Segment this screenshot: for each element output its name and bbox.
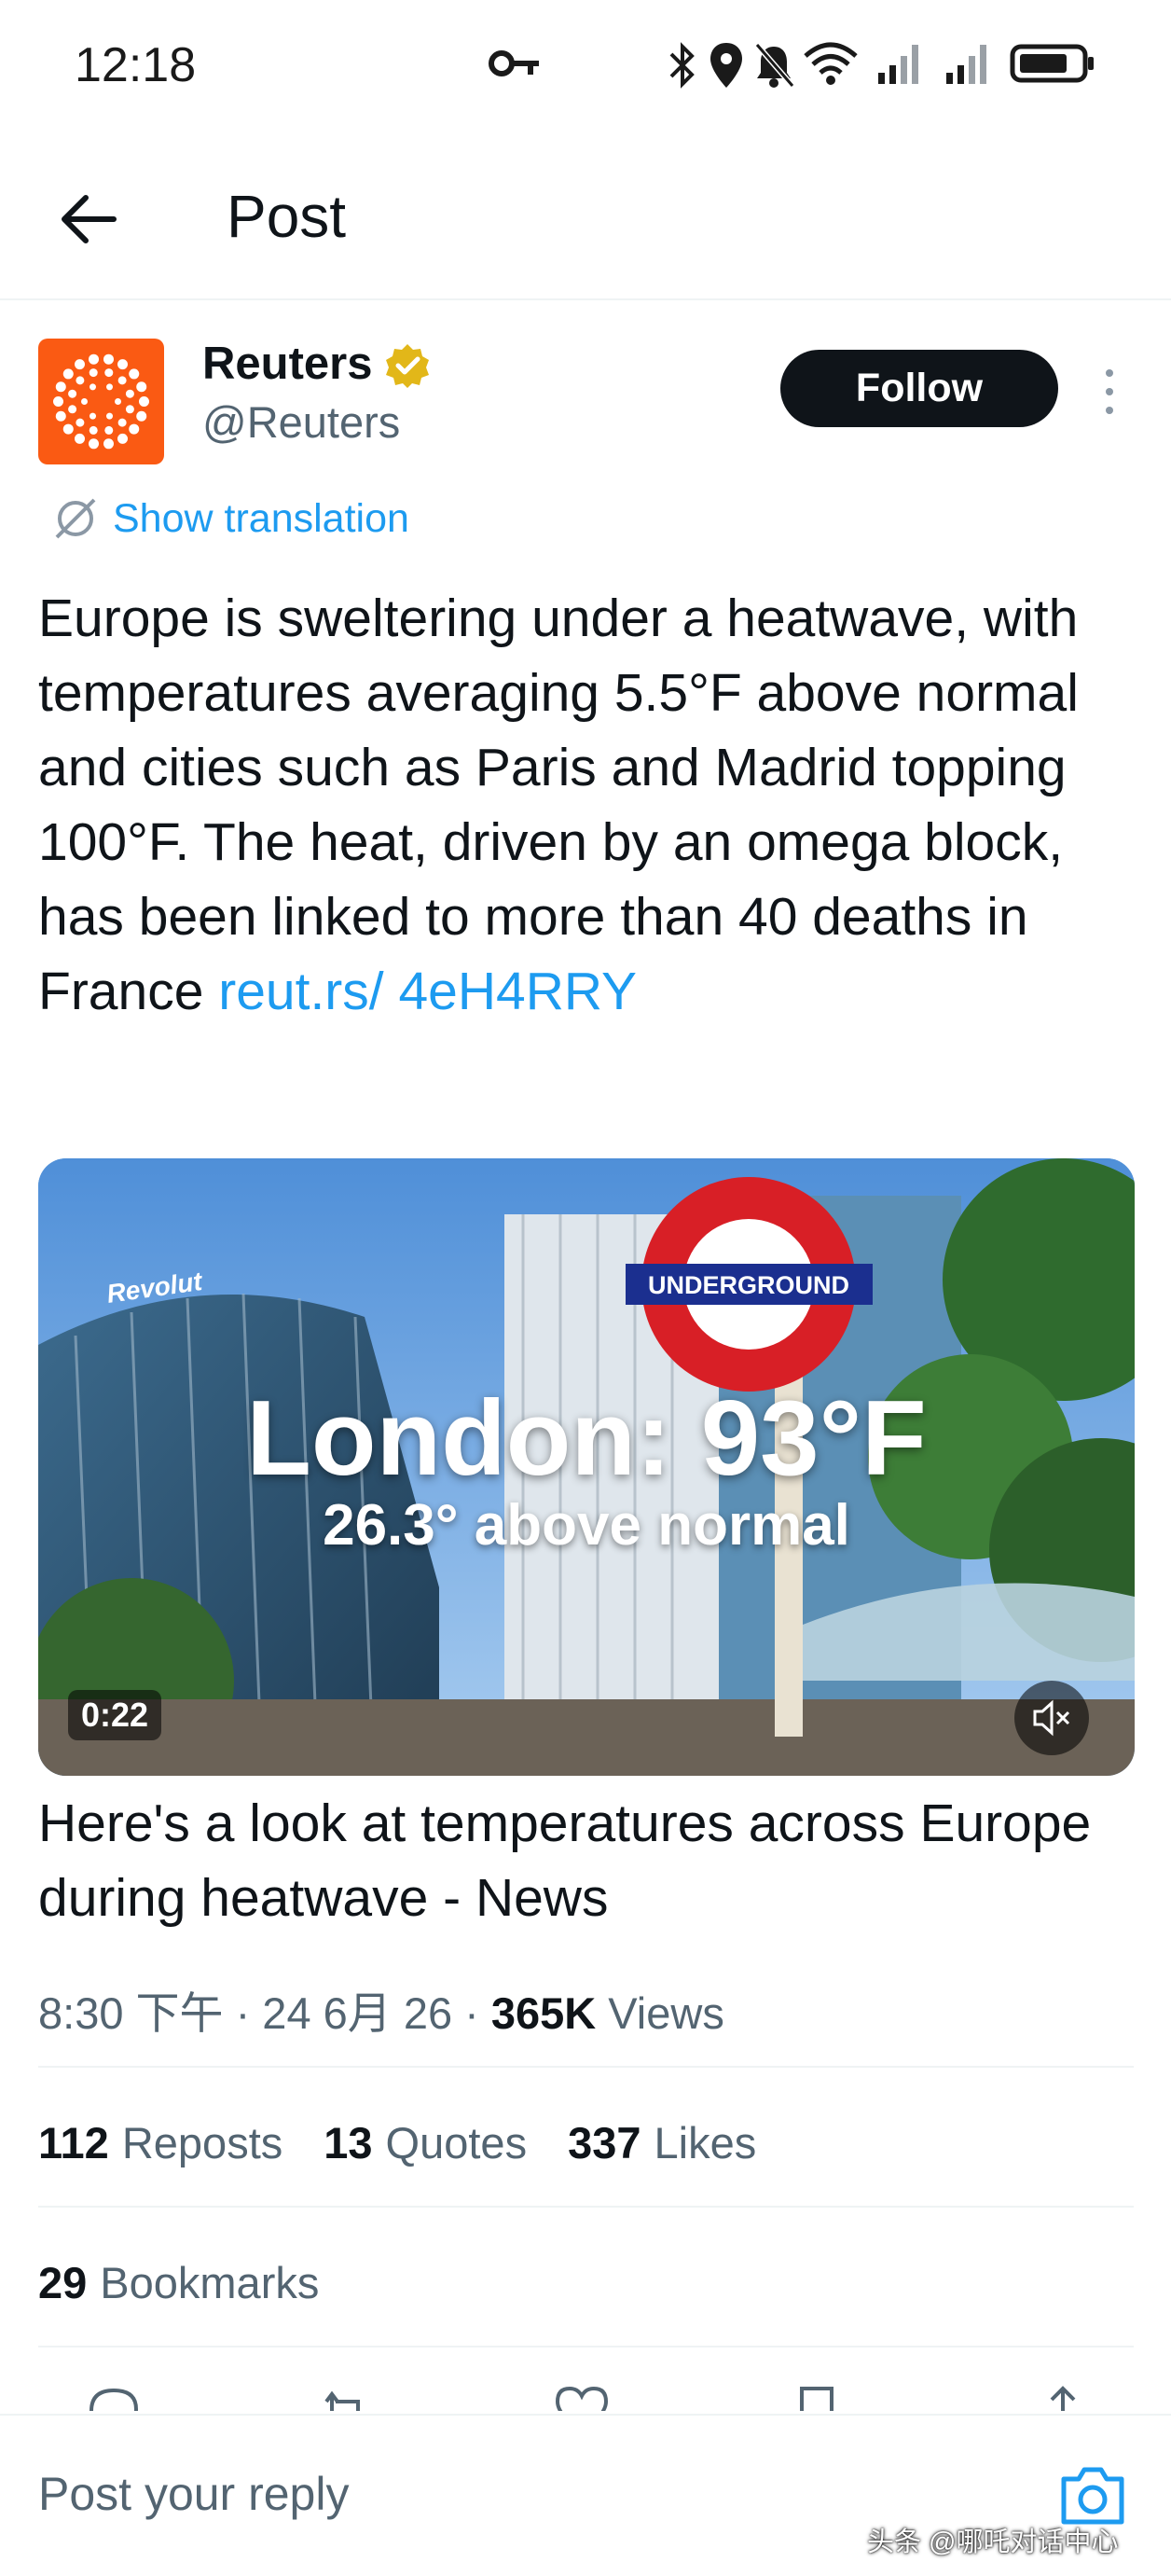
verified-badge-icon [386,344,429,388]
back-button[interactable] [56,187,121,252]
battery-icon [1010,44,1094,83]
quotes-count: 13 [324,2118,373,2167]
follow-button[interactable]: Follow [780,350,1058,427]
status-time: 12:18 [75,38,197,92]
quotes-stat[interactable]: 13 Quotes [324,2117,527,2168]
bookmarks-label: Bookmarks [100,2258,320,2307]
likes-count: 337 [568,2118,641,2167]
video-duration: 0:22 [68,1690,162,1740]
views-count: 365K [490,1988,597,2038]
reposts-label: Reposts [121,2118,283,2167]
timestamp: 8:30 下午 · 24 6月 26 · [38,1988,491,2038]
signal-icon [946,45,986,84]
volume-mute-icon [1033,1699,1070,1737]
tweet-body: Europe is sweltering under a heatwave, w… [38,589,1079,1021]
video-player[interactable]: UNDERGROUND Revolut London: 93°F 26.3° a… [38,1158,1135,1776]
camera-icon[interactable] [1058,2464,1127,2528]
signal-icon [878,45,918,84]
location-icon [710,43,742,88]
avatar[interactable] [38,339,164,464]
reposts-stat[interactable]: 112 Reposts [38,2117,282,2168]
watermark: 头条 @哪吒对话中心 [867,2528,1119,2557]
divider [38,2206,1134,2208]
status-bar: 12:18 [0,0,1171,135]
arrow-left-icon [62,195,117,243]
bluetooth-icon [669,42,695,89]
quotes-label: Quotes [385,2118,528,2167]
more-options-icon[interactable] [1095,366,1123,418]
reply-icon[interactable] [86,2383,142,2411]
bookmark-icon[interactable] [789,2383,845,2411]
reposts-count: 112 [38,2118,109,2167]
share-icon[interactable] [1035,2383,1091,2411]
likes-label: Likes [654,2118,757,2167]
bookmarks-count: 29 [38,2258,88,2307]
show-translation-link[interactable]: Show translation [51,492,409,545]
top-app-bar: Post [0,135,1171,300]
translate-icon [55,498,96,539]
bell-off-icon [754,43,794,88]
mute-button[interactable] [1014,1681,1089,1755]
divider [38,2346,1134,2347]
views-label: Views [596,1988,724,2038]
video-overlay-subtitle: 26.3° above normal [323,1493,850,1558]
bookmarks-stat[interactable]: 29 Bookmarks [38,2257,319,2308]
key-icon [489,50,539,76]
tweet-meta: 8:30 下午 · 24 6月 26 · 365K Views [38,1977,724,2042]
tweet-link[interactable]: reut.rs/ 4eH4RRY [218,962,637,1021]
engagement-stats: 112 Reposts 13 Quotes 337 Likes [38,2117,756,2168]
reuters-logo-icon [53,353,149,450]
underground-sign-text: UNDERGROUND [648,1271,849,1299]
wifi-icon [804,42,858,85]
repost-icon[interactable] [317,2383,373,2411]
author-name[interactable]: Reuters [202,338,372,390]
page-title: Post [227,183,347,250]
video-overlay-title: London: 93°F [246,1379,927,1498]
like-icon[interactable] [554,2383,610,2411]
divider [38,2066,1134,2068]
show-translation-label: Show translation [113,495,409,541]
action-bar [0,2383,1171,2411]
author-handle[interactable]: @Reuters [202,396,400,448]
tweet-text: Europe is sweltering under a heatwave, w… [38,581,1138,1029]
media-caption: Here's a look at temperatures across Eur… [38,1794,1092,1928]
likes-stat[interactable]: 337 Likes [568,2117,756,2168]
reply-input[interactable]: Post your reply [38,2467,349,2521]
